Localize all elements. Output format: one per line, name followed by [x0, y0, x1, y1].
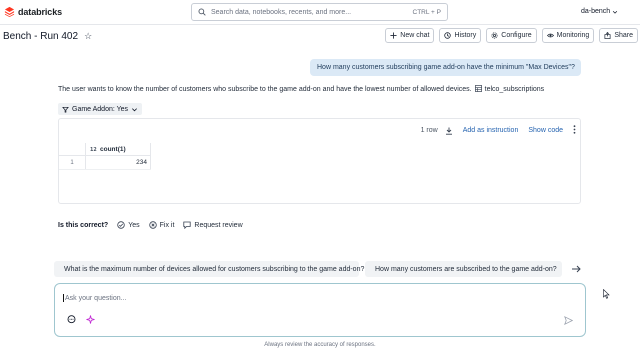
row-count-text: 1 row	[420, 127, 438, 134]
table-icon	[474, 85, 482, 94]
assistant-text: The user wants to know the number of cus…	[58, 86, 472, 93]
star-icon[interactable]: ☆	[84, 31, 92, 42]
chat-bubble-icon[interactable]	[67, 315, 76, 324]
chevron-down-icon	[613, 10, 618, 14]
svg-text:12: 12	[90, 147, 97, 152]
row-index: 1	[59, 156, 86, 169]
share-label: Share	[614, 32, 633, 39]
request-review-button[interactable]: Request review	[183, 221, 243, 229]
workspace-switcher[interactable]: da-bench	[581, 8, 618, 15]
table-cell[interactable]: 234	[86, 156, 151, 169]
table-row: 1 234	[59, 156, 151, 170]
history-label: History	[454, 32, 477, 39]
monitoring-label: Monitoring	[556, 32, 590, 39]
monitoring-button[interactable]: Monitoring	[541, 28, 595, 43]
text-caret	[63, 294, 64, 302]
history-icon	[444, 32, 452, 39]
brand-name: databricks	[18, 6, 63, 17]
add-as-instruction-button[interactable]: Add as instruction	[463, 127, 519, 134]
disclaimer: Always review the accuracy of responses.	[264, 342, 376, 348]
history-button[interactable]: History	[439, 28, 482, 43]
search-shortcut: CTRL + P	[412, 8, 441, 16]
suggestion-chip[interactable]: How many customers are subscribed to the…	[365, 261, 562, 277]
composer-tools	[67, 315, 95, 324]
filter-chip[interactable]: Game Addon: Yes	[58, 103, 143, 115]
feedback-label: Is this correct?	[58, 221, 109, 229]
send-icon	[564, 315, 574, 326]
row-count: 1 row	[421, 127, 453, 135]
result-table: 12 count(1) 1 234	[59, 143, 151, 170]
result-card: 1 row Add as instruction Show code 12 co…	[58, 118, 581, 204]
table-header-row: 12 count(1)	[59, 143, 151, 156]
user-message-text: How many customers subscribing game add-…	[317, 64, 575, 71]
chevron-down-icon	[132, 107, 138, 111]
arrow-right-icon[interactable]	[570, 263, 582, 275]
column-header[interactable]: 12 count(1)	[86, 143, 151, 155]
toolbar: New chat History Configure Monitoring Sh…	[385, 28, 638, 43]
fix-it-label: Fix it	[159, 221, 175, 229]
search-icon	[198, 8, 206, 16]
composer-placeholder: Ask your question...	[65, 294, 127, 302]
check-circle-icon	[117, 221, 125, 229]
fix-it-button[interactable]: Fix it	[148, 221, 175, 229]
result-header: 1 row Add as instruction Show code	[421, 125, 576, 136]
table-reference[interactable]: telco_subscriptions	[485, 86, 545, 93]
databricks-logo-icon	[4, 6, 15, 17]
configure-label: Configure	[501, 32, 532, 39]
close-circle-icon	[148, 221, 157, 229]
configure-button[interactable]: Configure	[486, 28, 537, 43]
global-search[interactable]: Search data, notebooks, recents, and mor…	[191, 3, 448, 21]
download-icon[interactable]	[445, 127, 453, 135]
suggestion-chip[interactable]: What is the maximum number of devices al…	[54, 261, 364, 277]
new-chat-button[interactable]: New chat	[385, 28, 435, 43]
suggestion-text: How many customers are subscribed to the…	[375, 265, 557, 273]
request-review-label: Request review	[194, 221, 243, 229]
filter-icon	[62, 106, 69, 112]
comment-icon	[183, 221, 191, 229]
search-placeholder: Search data, notebooks, recents, and mor…	[211, 8, 352, 16]
eye-icon	[546, 33, 554, 38]
chat-composer[interactable]: Ask your question...	[54, 283, 586, 337]
filter-chip-label: Game Addon: Yes	[72, 105, 129, 113]
column-header-label: count(1)	[100, 145, 126, 153]
page-title: Bench - Run 402 ☆	[3, 31, 92, 42]
share-icon	[604, 32, 611, 39]
index-header	[59, 143, 86, 155]
yes-button[interactable]: Yes	[117, 221, 140, 229]
yes-label: Yes	[128, 221, 140, 229]
numeric-type-icon: 12	[90, 147, 97, 152]
kebab-menu-icon[interactable]	[573, 125, 576, 136]
page-title-text: Bench - Run 402	[3, 31, 79, 42]
assistant-explanation: The user wants to know the number of cus…	[58, 85, 544, 94]
composer-input[interactable]: Ask your question...	[63, 294, 126, 302]
suggestion-text: What is the maximum number of devices al…	[64, 265, 365, 273]
plus-icon	[390, 32, 397, 39]
top-bar: databricks Search data, notebooks, recen…	[0, 0, 640, 25]
feedback-row: Is this correct? Yes Fix it Request revi…	[58, 221, 243, 229]
workspace-name: da-bench	[581, 8, 611, 15]
mouse-cursor-icon	[603, 288, 610, 301]
gear-icon	[491, 32, 498, 39]
share-button[interactable]: Share	[599, 28, 638, 43]
show-code-button[interactable]: Show code	[528, 127, 563, 134]
sparkle-icon[interactable]	[86, 315, 95, 324]
new-chat-label: New chat	[400, 32, 430, 39]
databricks-logo[interactable]: databricks	[4, 6, 62, 17]
send-button[interactable]	[564, 315, 574, 327]
user-message: How many customers subscribing game add-…	[310, 59, 581, 76]
